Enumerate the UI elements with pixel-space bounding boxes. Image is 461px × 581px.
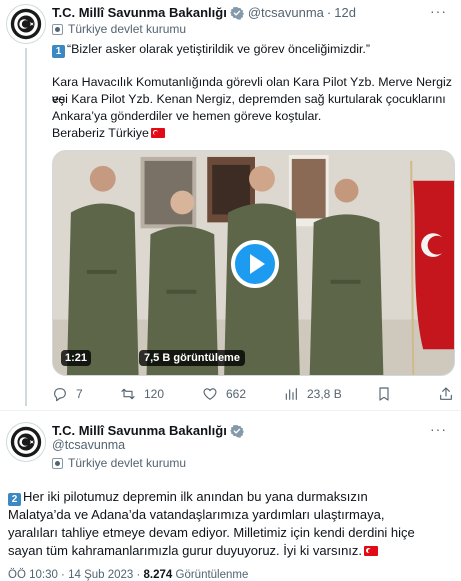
post-timestamp[interactable]: ÖÖ 10:30 · 14 Şub 2023 · xyxy=(8,569,144,581)
thread-line xyxy=(25,48,27,406)
more-icon[interactable]: ··· xyxy=(430,421,447,437)
turkey-flag-icon xyxy=(150,128,165,138)
tweet-1[interactable]: T.C. Millî Savunma Bakanlığı @tcsavunma … xyxy=(0,0,461,411)
turkey-flag-icon xyxy=(364,546,379,556)
tweet-meta-footer: ÖÖ 10:30 · 14 Şub 2023 · 8.274 Görüntüle… xyxy=(8,569,248,581)
tweet-2[interactable]: T.C. Millî Savunma Bakanlığı ··· @tcsavu… xyxy=(0,411,461,581)
government-label-icon xyxy=(52,457,63,469)
tweet-text-line: sayan tüm kahramanlarımızla gurur duyuyo… xyxy=(8,542,379,560)
tweet-text-line: yaralıları tahliye etmeye devam ediyor. … xyxy=(8,525,415,540)
reply-button[interactable]: 7 xyxy=(52,386,83,402)
like-button[interactable]: 662 xyxy=(202,386,246,402)
msb-logo-icon xyxy=(7,423,45,461)
retweet-count: 120 xyxy=(144,387,165,401)
org-affiliation[interactable]: Türkiye devlet kurumu xyxy=(52,456,186,470)
author-name[interactable]: T.C. Millî Savunma Bakanlığı xyxy=(52,423,227,438)
hashtag-text: Beraberiz Türkiye xyxy=(52,126,149,140)
reply-count: 7 xyxy=(76,387,83,401)
tweet-text-line: eşi Kara Pilot Yzb. Kenan Nergiz, deprem… xyxy=(52,92,446,106)
separator-dot: · xyxy=(326,5,332,20)
tweet-text-line: 1 “Bizler asker olarak yetiştirildik ve g… xyxy=(52,41,370,58)
org-label: Türkiye devlet kurumu xyxy=(68,456,187,470)
view-count-label: Görüntülenme xyxy=(172,569,249,581)
verified-badge-icon xyxy=(229,424,244,438)
action-bar: 7 120 662 23,8 B xyxy=(52,386,455,406)
keycap-1-icon: 1 xyxy=(52,45,65,58)
share-icon xyxy=(440,387,452,400)
avatar[interactable] xyxy=(6,422,46,462)
like-icon xyxy=(203,388,217,400)
org-affiliation[interactable]: Türkiye devlet kurumu xyxy=(52,22,186,36)
reply-icon xyxy=(54,388,66,402)
views-icon xyxy=(285,388,297,400)
author-handle[interactable]: @tcsavunma xyxy=(52,438,125,452)
author-row: T.C. Millî Savunma Bakanlığı @tcsavunma … xyxy=(52,5,356,20)
tweet-quote: “Bizler asker olarak yetiştirildik ve gö… xyxy=(67,42,370,56)
verified-badge-icon xyxy=(229,6,244,20)
author-name[interactable]: T.C. Millî Savunma Bakanlığı xyxy=(52,5,227,20)
views-button[interactable]: 23,8 B xyxy=(283,386,342,402)
keycap-2-icon: 2 xyxy=(8,493,21,506)
org-label: Türkiye devlet kurumu xyxy=(68,22,187,36)
tweet-text-line: Beraberiz Türkiye xyxy=(52,125,165,142)
bookmark-button[interactable] xyxy=(376,386,400,402)
bookmark-icon xyxy=(379,387,389,401)
more-icon[interactable]: ··· xyxy=(430,3,447,19)
view-count: 8.274 xyxy=(143,569,173,581)
avatar[interactable] xyxy=(6,4,46,44)
tweet-time[interactable]: 12d xyxy=(334,5,356,20)
retweet-button[interactable]: 120 xyxy=(120,386,164,402)
tweet-text-line: 2 Her iki pilotumuz depremin ilk anından … xyxy=(8,488,368,506)
share-button[interactable] xyxy=(438,386,461,402)
play-button[interactable] xyxy=(231,240,279,288)
tweet-text-line: Ankara’ya gönderdiler ve hemen göreve ko… xyxy=(52,109,322,123)
views-count: 23,8 B xyxy=(307,387,342,401)
government-label-icon xyxy=(52,23,63,35)
msb-logo-icon xyxy=(7,5,45,43)
video-player[interactable]: 1:21 7,5 B görüntüleme xyxy=(52,150,455,376)
author-row: T.C. Millî Savunma Bakanlığı xyxy=(52,423,248,438)
retweet-icon xyxy=(121,388,135,400)
like-count: 662 xyxy=(226,387,247,401)
video-duration: 1:21 xyxy=(61,350,92,366)
video-views: 7,5 B görüntüleme xyxy=(139,350,245,366)
author-handle[interactable]: @tcsavunma xyxy=(248,5,324,20)
tweet-text-line: Malatya’da ve Adana’da vatandaşlarımıza … xyxy=(8,507,385,522)
